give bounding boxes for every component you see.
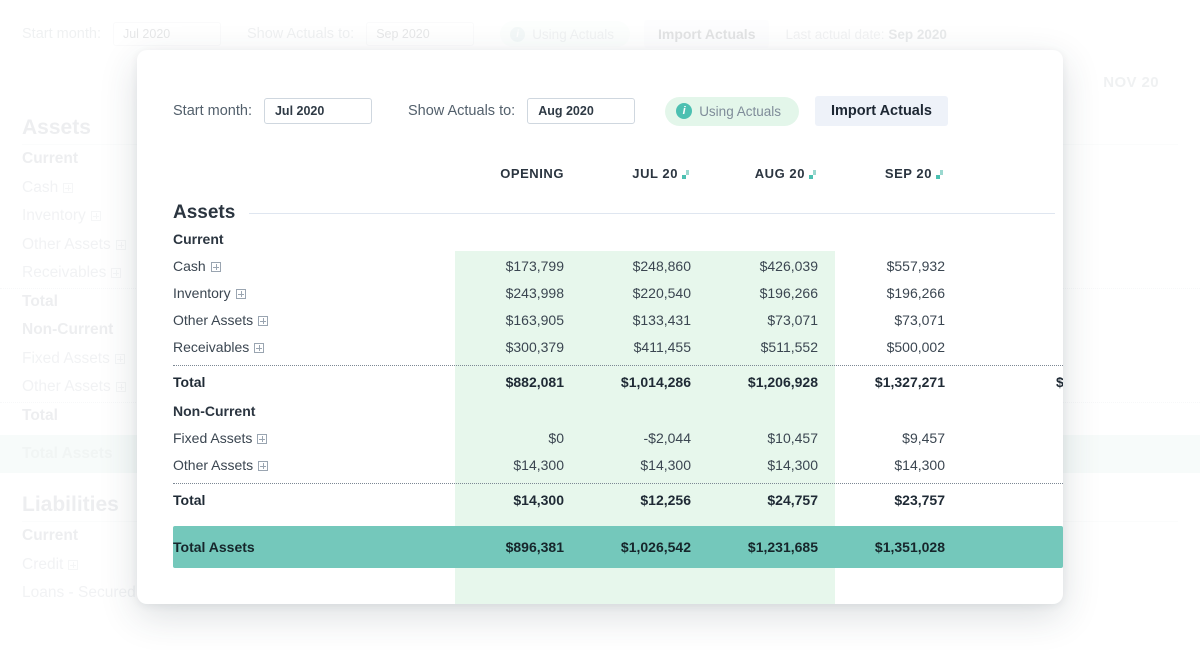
lock-icon [682, 167, 691, 179]
modal-import-actuals-button[interactable]: Import Actuals [814, 96, 948, 126]
table-row[interactable]: Fixed Assets $0 -$2,044 $10,457 $9,457 [173, 424, 1063, 451]
app-root: Start month: Jul 2020 Show Actuals to: S… [0, 0, 1200, 650]
background-last-actual-value: Sep 2020 [888, 26, 947, 42]
column-header-aug20[interactable]: AUG 20 [709, 166, 836, 181]
modal-group-current: Current [173, 231, 224, 247]
background-show-actuals-label: Show Actuals to: [246, 26, 355, 42]
divider [249, 212, 1055, 214]
background-import-actuals-button[interactable]: Import Actuals [643, 20, 770, 48]
background-start-month-label: Start month: [22, 26, 101, 42]
table-row[interactable]: Receivables $300,379 $411,455 $511,552 $… [173, 333, 1063, 360]
background-using-actuals-pill: i Using Actuals [500, 21, 630, 47]
table-row[interactable]: Cash $173,799 $248,860 $426,039 $557,932 [173, 252, 1063, 279]
modal-column-headers: OPENING JUL 20 AUG 20 SEP 20 [173, 156, 1063, 190]
expand-icon[interactable] [68, 559, 79, 570]
lock-icon [936, 167, 945, 179]
background-last-actual-prefix: Last actual date: [785, 26, 885, 42]
modal-using-actuals-pill: i Using Actuals [665, 96, 799, 126]
modal-noncurrent-total-row: Total $14,300 $12,256 $24,757 $23,757 [173, 483, 1063, 516]
modal-assets-section-title: Assets [173, 202, 1063, 224]
modal-toolbar: Start month: Jul 2020 Show Actuals to: A… [137, 50, 1063, 126]
modal-total-assets-row: Total Assets $896,381 $1,026,542 $1,231,… [173, 526, 1063, 568]
expand-icon[interactable] [90, 211, 101, 222]
expand-icon[interactable] [114, 353, 125, 364]
modal-current-total-row: Total $882,081 $1,014,286 $1,206,928 $1,… [173, 365, 1063, 398]
background-show-actuals-input[interactable]: Sep 2020 [366, 22, 475, 46]
background-start-month-input[interactable]: Jul 2020 [112, 22, 221, 46]
table-row[interactable]: Inventory $243,998 $220,540 $196,266 $19… [173, 279, 1063, 306]
expand-icon[interactable] [111, 268, 122, 279]
info-icon[interactable]: i [676, 103, 693, 119]
column-header-opening[interactable]: OPENING [455, 166, 582, 181]
import-actuals-modal: Start month: Jul 2020 Show Actuals to: A… [137, 50, 1063, 604]
expand-icon[interactable] [115, 239, 126, 250]
modal-start-month-input[interactable]: Jul 2020 [263, 98, 372, 124]
lock-icon [809, 167, 818, 179]
modal-sheet: OPENING JUL 20 AUG 20 SEP 20 Assets Curr… [137, 156, 1063, 604]
background-toolbar: Start month: Jul 2020 Show Actuals to: S… [22, 20, 947, 48]
modal-using-actuals-label: Using Actuals [699, 103, 781, 119]
expand-icon[interactable] [235, 288, 246, 299]
expand-icon[interactable] [115, 382, 126, 393]
modal-start-month-label: Start month: [173, 103, 252, 119]
background-column-header-nov20[interactable]: NOV 20 [1103, 74, 1172, 91]
modal-group-noncurrent: Non-Current [173, 403, 256, 419]
expand-icon[interactable] [254, 342, 265, 353]
background-last-actual-date: Last actual date: Sep 2020 [785, 27, 946, 42]
expand-icon[interactable] [258, 460, 269, 471]
column-header-jul20[interactable]: JUL 20 [582, 166, 709, 181]
info-icon: i [510, 26, 526, 42]
expand-icon[interactable] [257, 433, 268, 444]
table-row[interactable]: Other Assets $163,905 $133,431 $73,071 $… [173, 306, 1063, 333]
lock-icon [1163, 79, 1172, 88]
expand-icon[interactable] [210, 261, 221, 272]
column-header-sep20[interactable]: SEP 20 [836, 166, 963, 181]
modal-show-actuals-input[interactable]: Aug 2020 [527, 98, 636, 124]
table-row[interactable]: Other Assets $14,300 $14,300 $14,300 $14… [173, 451, 1063, 478]
background-using-actuals-label: Using Actuals [532, 26, 614, 42]
expand-icon[interactable] [258, 315, 269, 326]
modal-show-actuals-label: Show Actuals to: [407, 103, 516, 119]
expand-icon[interactable] [63, 182, 74, 193]
clipped-next-column-value: $ [1056, 374, 1063, 390]
